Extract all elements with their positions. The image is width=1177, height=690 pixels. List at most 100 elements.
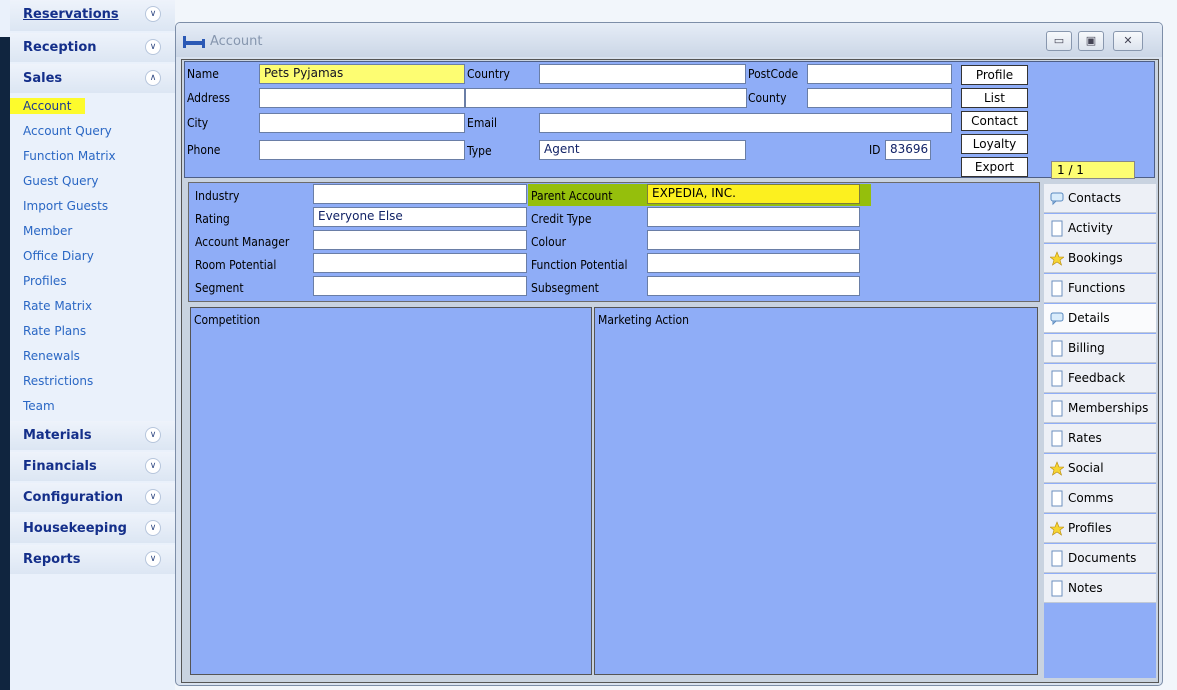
chevron-down-icon[interactable]: ∨ — [145, 551, 161, 567]
export-button[interactable]: Export — [961, 157, 1028, 177]
rating-field[interactable]: Everyone Else — [313, 207, 527, 227]
tab-rates[interactable]: Rates — [1044, 424, 1156, 453]
account-manager-field[interactable] — [313, 230, 527, 250]
chevron-down-icon[interactable]: ∨ — [145, 39, 161, 55]
nav-section-reservations[interactable]: Reservations ∨ — [10, 0, 175, 31]
chevron-down-icon[interactable]: ∨ — [145, 458, 161, 474]
tab-comms[interactable]: Comms — [1044, 484, 1156, 513]
chevron-down-icon[interactable]: ∨ — [145, 6, 161, 22]
nav-section-materials[interactable]: Materials ∨ — [10, 421, 175, 450]
nav-item-import-guests[interactable]: Import Guests — [23, 199, 108, 213]
nav-item-renewals[interactable]: Renewals — [23, 349, 80, 363]
loyalty-button[interactable]: Loyalty — [961, 134, 1028, 154]
city-field[interactable] — [259, 113, 465, 133]
window-titlebar[interactable]: Account ▭ ▣ ✕ — [176, 23, 1162, 57]
nav-item-office-diary[interactable]: Office Diary — [23, 249, 94, 263]
chevron-up-icon[interactable]: ∧ — [145, 70, 161, 86]
nav-section-label: Reports — [23, 552, 81, 567]
segment-field[interactable] — [313, 276, 527, 296]
type-field[interactable]: Agent — [539, 140, 746, 160]
tab-functions[interactable]: Functions — [1044, 274, 1156, 303]
window-client: Name Pets Pyjamas Country PostCode Addre… — [181, 59, 1159, 683]
nav-item-guest-query[interactable]: Guest Query — [23, 174, 99, 188]
profile-button[interactable]: Profile — [961, 65, 1028, 85]
competition-memo[interactable]: Competition — [190, 307, 592, 675]
county-field[interactable] — [807, 88, 952, 108]
nav-item-rate-plans[interactable]: Rate Plans — [23, 324, 86, 338]
rating-label: Rating — [195, 212, 230, 226]
tab-memberships[interactable]: Memberships — [1044, 394, 1156, 423]
contact-button[interactable]: Contact — [961, 111, 1028, 131]
industry-field[interactable] — [313, 184, 527, 204]
city-label: City — [187, 116, 209, 130]
type-label: Type — [467, 144, 492, 158]
speech-bubble-icon — [1050, 192, 1064, 206]
nav-section-configuration[interactable]: Configuration ∨ — [10, 483, 175, 512]
nav-item-rate-matrix[interactable]: Rate Matrix — [23, 299, 92, 313]
nav-item-team[interactable]: Team — [23, 399, 55, 413]
page-icon — [1051, 550, 1063, 567]
account-manager-label: Account Manager — [195, 235, 290, 249]
nav-item-profiles[interactable]: Profiles — [23, 274, 67, 288]
tab-details[interactable]: Details — [1044, 304, 1156, 333]
nav-section-housekeeping[interactable]: Housekeeping ∨ — [10, 514, 175, 543]
function-potential-field[interactable] — [647, 253, 860, 273]
tab-contacts[interactable]: Contacts — [1044, 184, 1156, 213]
chevron-down-icon[interactable]: ∨ — [145, 489, 161, 505]
tab-billing[interactable]: Billing — [1044, 334, 1156, 363]
credit-type-field[interactable] — [647, 207, 860, 227]
segment-label: Segment — [195, 281, 244, 295]
tab-profiles[interactable]: Profiles — [1044, 514, 1156, 543]
country-label: Country — [467, 67, 510, 81]
nav-section-label: Reservations — [23, 7, 119, 22]
postcode-field[interactable] — [807, 64, 952, 84]
tab-activity[interactable]: Activity — [1044, 214, 1156, 243]
maximize-button[interactable]: ▣ — [1078, 31, 1104, 51]
nav-section-financials[interactable]: Financials ∨ — [10, 452, 175, 481]
nav-section-label: Configuration — [23, 490, 123, 505]
nav-section-sales[interactable]: Sales ∧ — [10, 64, 175, 93]
parent-account-field[interactable]: EXPEDIA, INC. — [647, 184, 860, 204]
nav-section-reports[interactable]: Reports ∨ — [10, 545, 175, 574]
parent-account-label: Parent Account — [531, 189, 613, 203]
colour-field[interactable] — [647, 230, 860, 250]
tab-documents[interactable]: Documents — [1044, 544, 1156, 573]
marketing-action-memo[interactable]: Marketing Action — [594, 307, 1038, 675]
country-field[interactable] — [539, 64, 746, 84]
page-icon — [1051, 490, 1063, 507]
subsegment-field[interactable] — [647, 276, 860, 296]
tab-label: Notes — [1068, 581, 1103, 595]
tab-bookings[interactable]: Bookings — [1044, 244, 1156, 273]
id-field[interactable]: 83696 — [885, 140, 931, 160]
minimize-button[interactable]: ▭ — [1046, 31, 1072, 51]
address-field-2[interactable] — [465, 88, 747, 108]
tab-feedback[interactable]: Feedback — [1044, 364, 1156, 393]
nav-item-account-query[interactable]: Account Query — [23, 124, 112, 138]
bed-icon — [183, 36, 205, 48]
star-icon — [1050, 521, 1064, 536]
chevron-down-icon[interactable]: ∨ — [145, 520, 161, 536]
phone-field[interactable] — [259, 140, 465, 160]
tab-notes[interactable]: Notes — [1044, 574, 1156, 603]
chevron-down-icon[interactable]: ∨ — [145, 427, 161, 443]
account-window: Account ▭ ▣ ✕ Name Pets Pyjamas Country … — [175, 22, 1163, 686]
side-tab-strip: Contacts Activity Bookings Functions Det… — [1044, 184, 1156, 678]
page-icon — [1051, 400, 1063, 417]
nav-item-restrictions[interactable]: Restrictions — [23, 374, 93, 388]
name-field[interactable]: Pets Pyjamas — [259, 64, 465, 84]
nav-section-reception[interactable]: Reception ∨ — [10, 33, 175, 62]
nav-section-label: Reception — [23, 40, 97, 55]
tab-label: Details — [1068, 311, 1110, 325]
close-button[interactable]: ✕ — [1113, 31, 1143, 51]
competition-label: Competition — [194, 313, 261, 327]
address-field[interactable] — [259, 88, 465, 108]
page-icon — [1051, 580, 1063, 597]
email-field[interactable] — [539, 113, 952, 133]
tab-label: Profiles — [1068, 521, 1112, 535]
list-button[interactable]: List — [961, 88, 1028, 108]
nav-item-function-matrix[interactable]: Function Matrix — [23, 149, 116, 163]
room-potential-field[interactable] — [313, 253, 527, 273]
nav-item-account[interactable]: Account — [10, 98, 86, 114]
nav-item-member[interactable]: Member — [23, 224, 72, 238]
tab-social[interactable]: Social — [1044, 454, 1156, 483]
